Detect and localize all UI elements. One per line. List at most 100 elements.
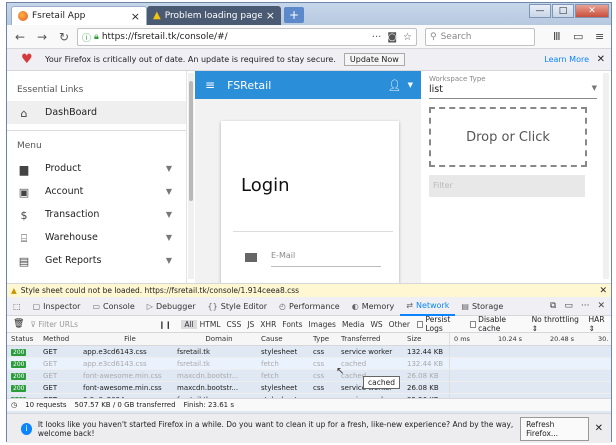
tab-network[interactable]: ⇄ Network	[400, 297, 456, 316]
gauge-icon: ◴	[279, 301, 287, 311]
tab-inspector[interactable]: ▢ Inspector	[27, 297, 87, 316]
filter-js[interactable]: JS	[244, 320, 257, 329]
tab-memory[interactable]: ◐ Memory	[346, 297, 401, 316]
pause-icon[interactable]: ❙❙	[159, 320, 172, 329]
tab-problem-loading[interactable]: ▲ Problem loading page ×	[147, 6, 281, 25]
split-console-icon[interactable]: ▭	[564, 301, 573, 311]
refresh-firefox-button[interactable]: Refresh Firefox...	[520, 416, 589, 441]
filter-media[interactable]: Media	[339, 320, 368, 329]
sidebar-item-transaction[interactable]: $ Transaction ▼	[7, 203, 186, 226]
back-icon[interactable]: ←	[11, 30, 29, 44]
checkbox-box[interactable]	[416, 320, 424, 328]
column-type[interactable]: Type	[313, 335, 341, 343]
sidebar-item-get-reports[interactable]: ▤ Get Reports ▼	[7, 249, 186, 272]
hamburger-icon[interactable]: ≡	[205, 78, 215, 92]
library-icon[interactable]: Ⅲ	[553, 30, 561, 43]
filter-html[interactable]: HTML	[197, 320, 224, 329]
lock-icon[interactable]: 🔒︎	[94, 32, 99, 42]
learn-more-link[interactable]: Learn More	[544, 55, 589, 64]
close-warning-icon[interactable]: ✕	[599, 286, 607, 296]
tab-debugger[interactable]: ▷ Debugger	[141, 297, 202, 316]
sidebar-item-product[interactable]: ▆ Product ▼	[7, 157, 186, 180]
tab-performance[interactable]: ◴ Performance	[273, 297, 346, 316]
close-window-button[interactable]: ✕	[575, 4, 609, 18]
refresh-notification: i It looks like you haven't started Fire…	[7, 413, 611, 443]
table-header: Status Method File Domain Cause Type Tra…	[7, 333, 611, 346]
tab-console[interactable]: ▭ Console	[86, 297, 140, 316]
reload-icon[interactable]: ↻	[55, 30, 73, 44]
table-row[interactable]: 200 GET app.e3cd6143.css fsretail.tk fetch cs…	[7, 358, 611, 370]
cell-status: 200	[7, 360, 33, 368]
search-input[interactable]: ⚲ Search	[425, 28, 535, 46]
tab-style-editor[interactable]: {} Style Editor	[202, 297, 274, 316]
pick-element-icon[interactable]: ⬚	[7, 297, 27, 316]
workspace-type-select[interactable]: list ▼	[429, 84, 611, 95]
filter-ws[interactable]: WS	[367, 320, 385, 329]
filter-all[interactable]: All	[181, 319, 197, 329]
sidebar-toggle-icon[interactable]: ▭	[573, 30, 583, 43]
more-options-icon[interactable]: ···	[581, 301, 590, 311]
page-actions-icon[interactable]: ···	[372, 32, 382, 43]
close-notification-icon[interactable]: ✕	[595, 423, 603, 434]
cell-timeline	[449, 382, 611, 393]
sidebar-item-account[interactable]: ▣ Account ▼	[7, 180, 186, 203]
column-method[interactable]: Method	[33, 335, 83, 343]
forward-icon[interactable]: →	[33, 30, 51, 44]
table-row[interactable]: 200 GET font-awesome.min.css maxcdn.bootstr…	[7, 370, 611, 382]
column-size[interactable]: Size	[407, 335, 449, 343]
column-transferred[interactable]: Transferred	[341, 335, 407, 343]
filter-urls-input[interactable]: ⊽ Filter URLs	[30, 320, 148, 329]
tab-title: Problem loading page	[164, 10, 262, 21]
dock-icon[interactable]: ⧉	[550, 301, 556, 311]
column-status[interactable]: Status	[7, 335, 33, 343]
sidebar-item-warehouse[interactable]: ⌸ Warehouse ▼	[7, 226, 186, 249]
filter-css[interactable]: CSS	[224, 320, 245, 329]
close-devtools-icon[interactable]: ✕	[597, 301, 605, 311]
caret-down-icon[interactable]: ▼	[408, 81, 413, 89]
table-row[interactable]: 200 GET app.e3cd6143.css fsretail.tk stylesh…	[7, 346, 611, 358]
disable-cache-checkbox[interactable]: Disable cache	[469, 315, 526, 333]
new-tab-button[interactable]: +	[284, 7, 304, 23]
filter-fonts[interactable]: Fonts	[279, 320, 305, 329]
pocket-icon[interactable]: ◙	[387, 32, 397, 43]
cell-method: GET	[43, 371, 58, 380]
bookmark-star-icon[interactable]: ☆	[403, 32, 412, 43]
filter-other[interactable]: Other	[386, 320, 413, 329]
tab-fsretail[interactable]: Fsretail App ×	[11, 6, 147, 25]
cell-timeline	[449, 370, 611, 381]
column-domain[interactable]: Domain	[177, 335, 261, 343]
checkbox-box[interactable]	[469, 320, 477, 328]
user-icon[interactable]: 👤︎	[388, 79, 402, 92]
app-title: FSRetail	[227, 78, 272, 92]
table-row[interactable]: 200 GET font-awesome.min.css maxcdn.bootstr…	[7, 382, 611, 394]
persist-logs-checkbox[interactable]: Persist Logs	[416, 315, 466, 333]
url-bar[interactable]: ⓘ 🔒︎ https://fsretail.tk/console/#/ ··· …	[77, 28, 417, 46]
column-cause[interactable]: Cause	[261, 335, 313, 343]
close-tab-icon[interactable]: ×	[131, 10, 140, 23]
sidebar-scrollbar[interactable]	[188, 73, 194, 279]
har-menu[interactable]: HAR ⇕	[589, 315, 611, 333]
tab-storage[interactable]: ▤ Storage	[455, 297, 509, 316]
column-file[interactable]: File	[83, 335, 177, 343]
scrollbar-thumb[interactable]	[189, 81, 193, 201]
minimize-button[interactable]: —	[529, 4, 551, 18]
filter-images[interactable]: Images	[306, 320, 339, 329]
sidebar-item-dashboard[interactable]: ⌂ DashBoard	[7, 101, 186, 124]
menu-icon[interactable]: ≡	[595, 30, 604, 43]
performance-analysis-icon[interactable]: ◷	[11, 401, 17, 409]
filter-xhr[interactable]: XHR	[257, 320, 279, 329]
drop-zone[interactable]: Drop or Click	[429, 107, 587, 167]
column-timeline[interactable]: 0 ms 10.24 s 20.48 s 30.	[449, 333, 611, 345]
filter-input[interactable]: Filter	[429, 175, 585, 197]
email-field[interactable]: E-Mail	[271, 251, 295, 260]
close-tab-icon[interactable]: ×	[266, 9, 275, 22]
search-placeholder: Search	[440, 32, 472, 42]
update-now-button[interactable]: Update Now	[343, 53, 405, 66]
maximize-button[interactable]: □	[552, 4, 574, 18]
trash-icon[interactable]: 🗑︎	[13, 319, 24, 329]
throttling-select[interactable]: No throttling ⇕	[532, 315, 583, 333]
info-icon[interactable]: ⓘ	[82, 31, 91, 44]
workspace-scrollbar[interactable]	[603, 73, 609, 279]
url-text[interactable]: https://fsretail.tk/console/#/	[102, 32, 372, 42]
close-notification-icon[interactable]: ✕	[597, 54, 605, 65]
